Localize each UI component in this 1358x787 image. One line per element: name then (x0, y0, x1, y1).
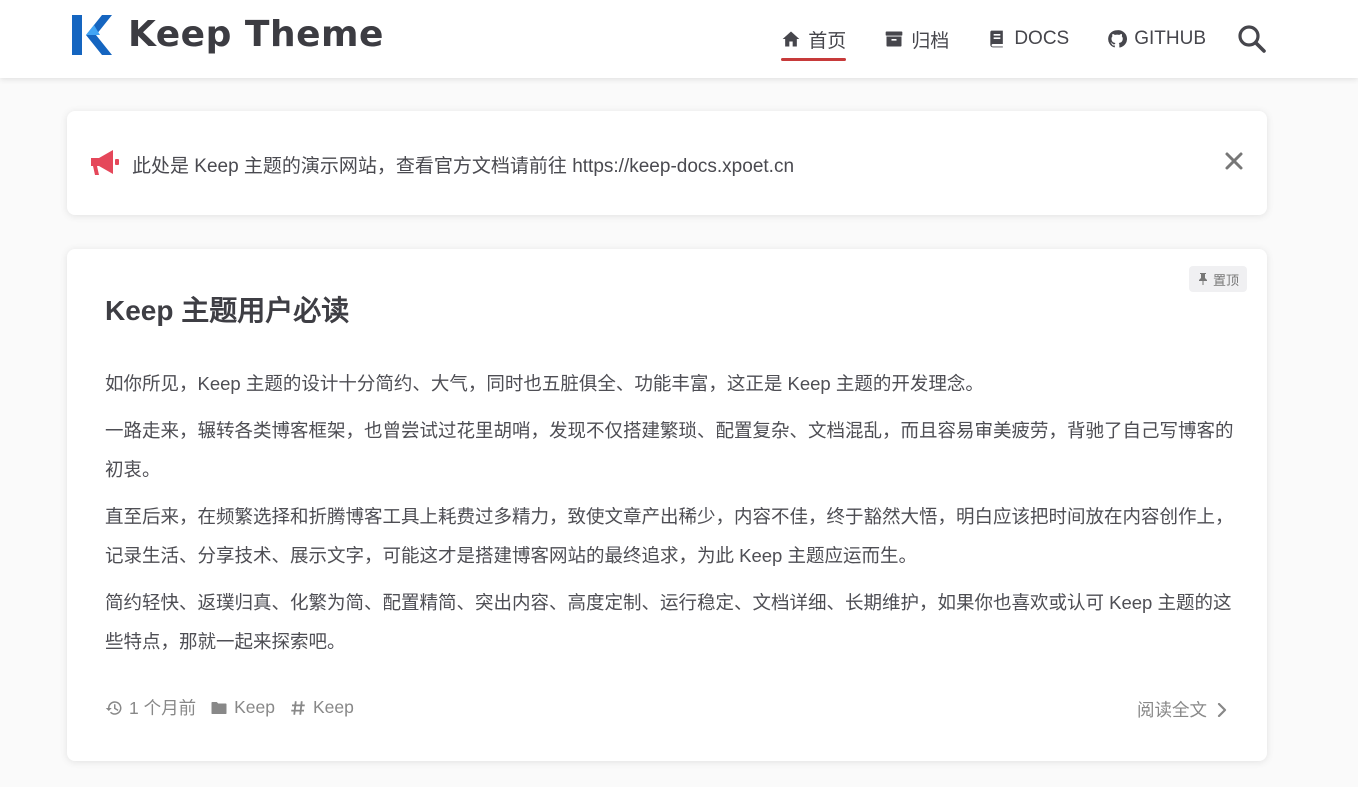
site-header: Keep Theme 首页 归档 DOCS GITHUB (0, 0, 1358, 78)
post-card: 置顶 Keep 主题用户必读 如你所见，Keep 主题的设计十分简约、大气，同时… (67, 249, 1267, 761)
post-paragraph: 直至后来，在频繁选择和折腾博客工具上耗费过多精力，致使文章产出稀少，内容不佳，终… (105, 506, 1234, 566)
nav-archive-label: 归档 (911, 30, 950, 52)
keep-logo-icon (72, 14, 112, 55)
folder-icon (211, 701, 227, 714)
read-more-link[interactable]: 阅读全文 (1137, 697, 1229, 722)
nav-github-label: GITHUB (1134, 28, 1206, 49)
close-icon[interactable] (1223, 150, 1245, 172)
post-paragraph: 简约轻快、返璞归真、化繁为简、配置精简、突出内容、高度定制、运行稳定、文档详细、… (105, 592, 1232, 652)
nav-docs-label: DOCS (1014, 28, 1070, 49)
post-excerpt: 如你所见，Keep 主题的设计十分简约、大气，同时也五脏俱全、功能丰富，这正是 … (105, 364, 1235, 669)
history-icon (105, 700, 122, 715)
book-icon (990, 30, 1004, 48)
nav-home-label: 首页 (808, 30, 847, 52)
post-meta: 1 个月前 Keep Keep (105, 695, 368, 720)
archive-icon (885, 31, 903, 47)
search-button[interactable] (1236, 23, 1268, 55)
read-more-label: 阅读全文 (1137, 700, 1207, 720)
post-tag-text: Keep (312, 697, 354, 717)
nav-item-archive[interactable]: 归档 (884, 0, 949, 78)
home-icon (782, 31, 800, 47)
chevron-right-icon (1217, 702, 1227, 717)
post-category-text: Keep (234, 697, 275, 717)
github-icon (1108, 30, 1128, 48)
nav-item-home[interactable]: 首页 (781, 0, 847, 78)
pinned-label: 置顶 (1212, 272, 1239, 288)
post-time: 1 个月前 (105, 695, 196, 720)
pinned-badge: 置顶 (1188, 266, 1247, 292)
announcement-text: 此处是 Keep 主题的演示网站，查看官方文档请前往 https://keep-… (132, 156, 795, 177)
announcement-banner: 此处是 Keep 主题的演示网站，查看官方文档请前往 https://keep-… (67, 111, 1267, 215)
megaphone-icon (91, 150, 119, 175)
post-tag[interactable]: Keep (289, 697, 354, 718)
nav-item-docs[interactable]: DOCS (987, 0, 1069, 78)
search-icon (1238, 25, 1266, 53)
hashtag-icon (291, 700, 305, 715)
post-category[interactable]: Keep (210, 697, 275, 718)
pin-icon (1198, 273, 1207, 285)
post-title[interactable]: Keep 主题用户必读 (105, 289, 349, 329)
post-paragraph: 一路走来，辗转各类博客框架，也曾尝试过花里胡哨，发现不仅搭建繁琐、配置复杂、文档… (105, 420, 1234, 480)
site-title: Keep Theme (128, 14, 384, 55)
nav-item-github[interactable]: GITHUB (1107, 0, 1206, 78)
post-paragraph: 如你所见，Keep 主题的设计十分简约、大气，同时也五脏俱全、功能丰富，这正是 … (105, 373, 984, 394)
post-time-text: 1 个月前 (129, 698, 197, 718)
brand[interactable]: Keep Theme (72, 14, 384, 55)
main-nav: 首页 归档 DOCS GITHUB (743, 0, 1268, 78)
